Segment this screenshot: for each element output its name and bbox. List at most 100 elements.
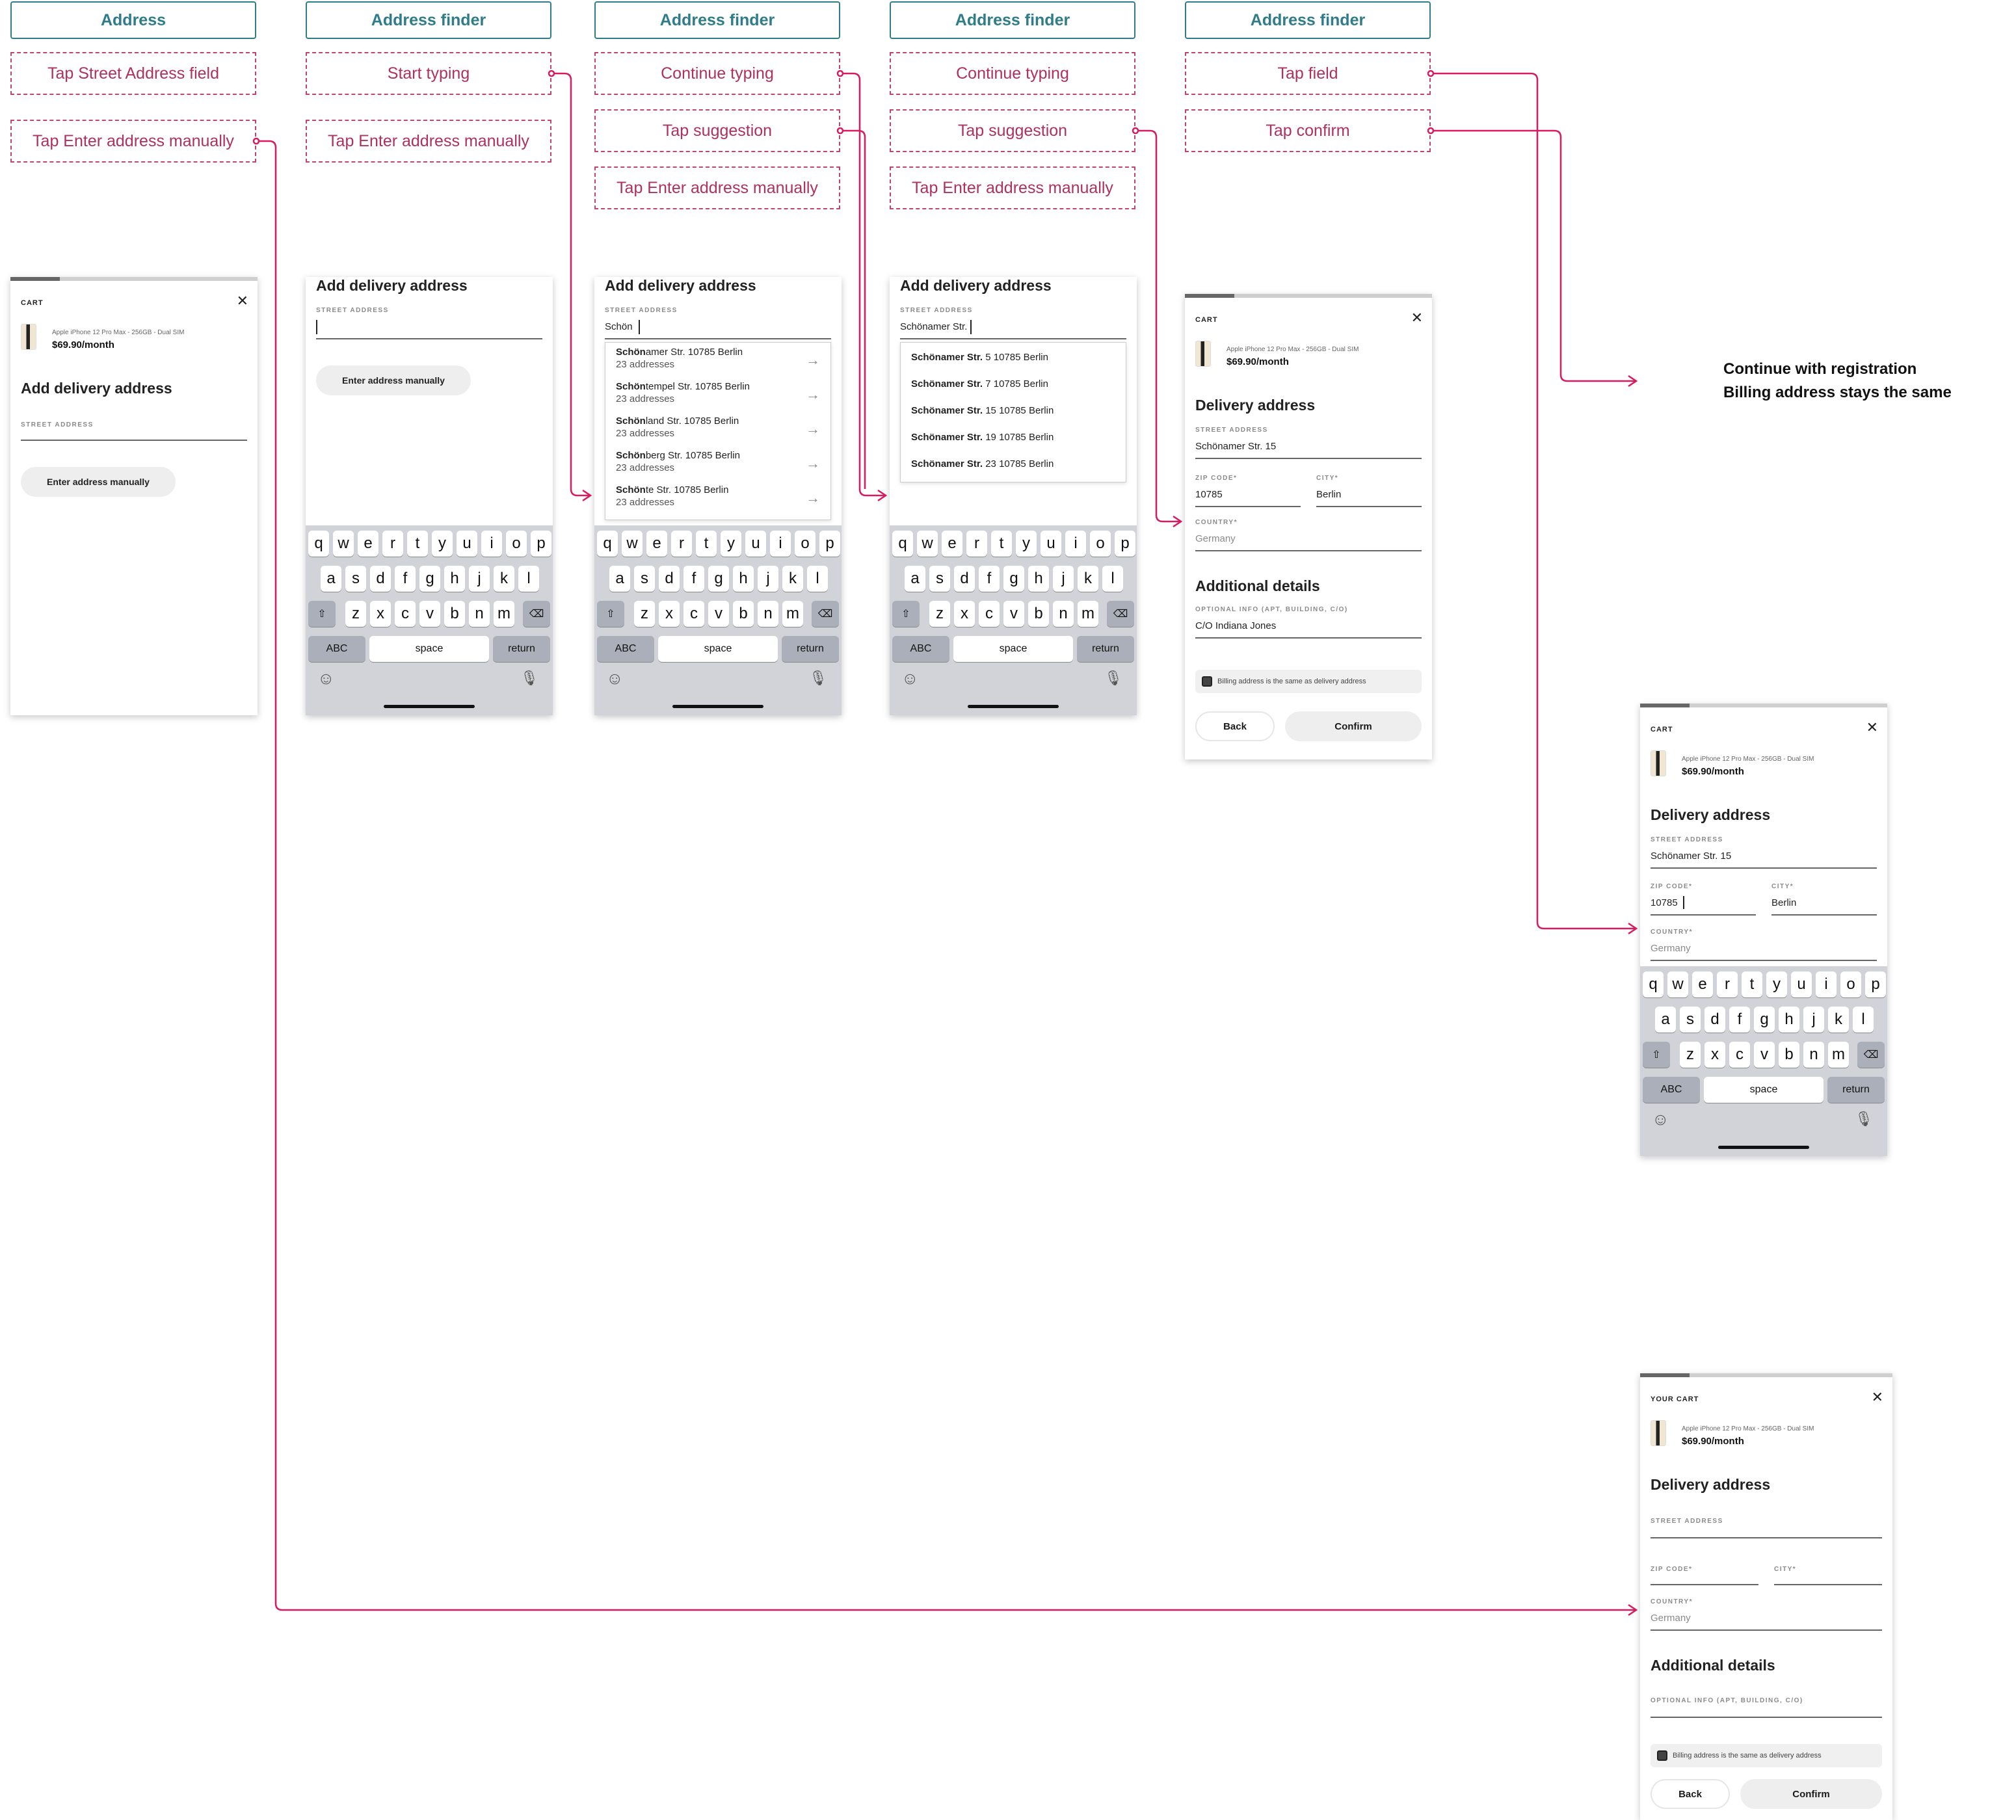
key-n[interactable]: n xyxy=(758,601,778,627)
abc-key[interactable]: ABC xyxy=(308,636,365,662)
emoji-icon[interactable]: ☺ xyxy=(901,668,919,689)
country-field[interactable] xyxy=(1651,1629,1882,1631)
abc-key[interactable]: ABC xyxy=(597,636,654,662)
city-value[interactable]: Berlin xyxy=(1771,897,1796,908)
country-field[interactable] xyxy=(1195,550,1422,551)
key-q[interactable]: q xyxy=(597,531,618,557)
suggestion-item[interactable]: Schönamer Str. 19 10785 Berlin xyxy=(911,432,1115,443)
key-q[interactable]: q xyxy=(308,531,329,557)
close-icon[interactable]: ✕ xyxy=(1866,720,1878,735)
key-x[interactable]: x xyxy=(1704,1042,1725,1068)
zip-code-value[interactable]: 10785 xyxy=(1651,897,1678,908)
key-i[interactable]: i xyxy=(481,531,502,557)
key-w[interactable]: w xyxy=(1667,971,1688,997)
key-r[interactable]: r xyxy=(671,531,692,557)
suggestion-item[interactable]: Schönberg Str. 10785 Berlin 23 addresses → xyxy=(616,450,820,473)
key-l[interactable]: l xyxy=(1102,566,1123,592)
key-k[interactable]: k xyxy=(1078,566,1098,592)
key-a[interactable]: a xyxy=(1655,1007,1676,1033)
return-key[interactable]: return xyxy=(493,636,550,662)
return-key[interactable]: return xyxy=(782,636,839,662)
delete-key[interactable]: ⌫ xyxy=(523,601,550,627)
key-c[interactable]: c xyxy=(395,601,416,627)
key-b[interactable]: b xyxy=(1779,1042,1799,1068)
key-b[interactable]: b xyxy=(1028,601,1049,627)
key-p[interactable]: p xyxy=(819,531,840,557)
enter-manually-button[interactable]: Enter address manually xyxy=(316,365,471,395)
key-o[interactable]: o xyxy=(795,531,816,557)
country-value[interactable]: Germany xyxy=(1195,533,1236,544)
suggestion-item[interactable]: Schönamer Str. 15 10785 Berlin xyxy=(911,405,1115,416)
key-c[interactable]: c xyxy=(1729,1042,1750,1068)
key-b[interactable]: b xyxy=(733,601,754,627)
key-t[interactable]: t xyxy=(991,531,1012,557)
key-x[interactable]: x xyxy=(954,601,975,627)
key-w[interactable]: w xyxy=(333,531,354,557)
key-k[interactable]: k xyxy=(1828,1007,1849,1033)
key-m[interactable]: m xyxy=(782,601,803,627)
key-d[interactable]: d xyxy=(659,566,680,592)
key-q[interactable]: q xyxy=(892,531,913,557)
billing-same-checkbox[interactable]: Billing address is the same as delivery … xyxy=(1651,1744,1882,1767)
key-s[interactable]: s xyxy=(634,566,655,592)
key-o[interactable]: o xyxy=(1840,971,1861,997)
key-w[interactable]: w xyxy=(622,531,643,557)
microphone-icon[interactable]: 🎙 xyxy=(520,670,538,687)
microphone-icon[interactable]: 🎙 xyxy=(1104,670,1122,687)
key-t[interactable]: t xyxy=(407,531,428,557)
shift-key[interactable]: ⇧ xyxy=(597,601,624,627)
key-l[interactable]: l xyxy=(518,566,539,592)
space-key[interactable]: space xyxy=(953,636,1073,662)
key-i[interactable]: i xyxy=(770,531,791,557)
street-address-field[interactable] xyxy=(21,440,247,441)
key-k[interactable]: k xyxy=(782,566,803,592)
emoji-icon[interactable]: ☺ xyxy=(606,668,624,689)
key-j[interactable]: j xyxy=(1803,1007,1824,1033)
zip-code-value[interactable]: 10785 xyxy=(1195,489,1223,500)
key-s[interactable]: s xyxy=(1680,1007,1701,1033)
key-j[interactable]: j xyxy=(1053,566,1074,592)
key-a[interactable]: a xyxy=(321,566,341,592)
shift-key[interactable]: ⇧ xyxy=(1643,1042,1670,1068)
key-f[interactable]: f xyxy=(683,566,704,592)
key-p[interactable]: p xyxy=(1115,531,1135,557)
key-a[interactable]: a xyxy=(609,566,630,592)
abc-key[interactable]: ABC xyxy=(1643,1077,1700,1103)
key-p[interactable]: p xyxy=(531,531,551,557)
zip-code-field[interactable] xyxy=(1195,506,1301,507)
optional-info-field[interactable] xyxy=(1195,637,1422,639)
key-p[interactable]: p xyxy=(1865,971,1886,997)
street-address-field[interactable] xyxy=(605,338,831,339)
key-r[interactable]: r xyxy=(1717,971,1738,997)
key-q[interactable]: q xyxy=(1643,971,1664,997)
key-s[interactable]: s xyxy=(345,566,366,592)
key-u[interactable]: u xyxy=(745,531,766,557)
microphone-icon[interactable]: 🎙 xyxy=(1855,1111,1873,1128)
key-b[interactable]: b xyxy=(444,601,465,627)
key-j[interactable]: j xyxy=(469,566,490,592)
key-z[interactable]: z xyxy=(929,601,950,627)
key-h[interactable]: h xyxy=(1779,1007,1799,1033)
key-r[interactable]: r xyxy=(382,531,403,557)
return-key[interactable]: return xyxy=(1077,636,1134,662)
key-z[interactable]: z xyxy=(1680,1042,1701,1068)
key-c[interactable]: c xyxy=(683,601,704,627)
key-x[interactable]: x xyxy=(659,601,680,627)
key-z[interactable]: z xyxy=(634,601,655,627)
key-g[interactable]: g xyxy=(708,566,729,592)
key-a[interactable]: a xyxy=(905,566,925,592)
key-z[interactable]: z xyxy=(345,601,366,627)
key-l[interactable]: l xyxy=(807,566,828,592)
key-e[interactable]: e xyxy=(942,531,962,557)
key-f[interactable]: f xyxy=(1729,1007,1750,1033)
zip-code-field[interactable] xyxy=(1651,914,1756,916)
country-value[interactable]: Germany xyxy=(1651,943,1691,954)
zip-code-field[interactable] xyxy=(1651,1584,1758,1585)
delete-key[interactable]: ⌫ xyxy=(1857,1042,1885,1068)
key-f[interactable]: f xyxy=(395,566,416,592)
suggestion-item[interactable]: Schönland Str. 10785 Berlin 23 addresses → xyxy=(616,415,820,439)
key-h[interactable]: h xyxy=(733,566,754,592)
key-x[interactable]: x xyxy=(370,601,391,627)
key-m[interactable]: m xyxy=(1828,1042,1849,1068)
close-icon[interactable]: ✕ xyxy=(1872,1390,1883,1405)
